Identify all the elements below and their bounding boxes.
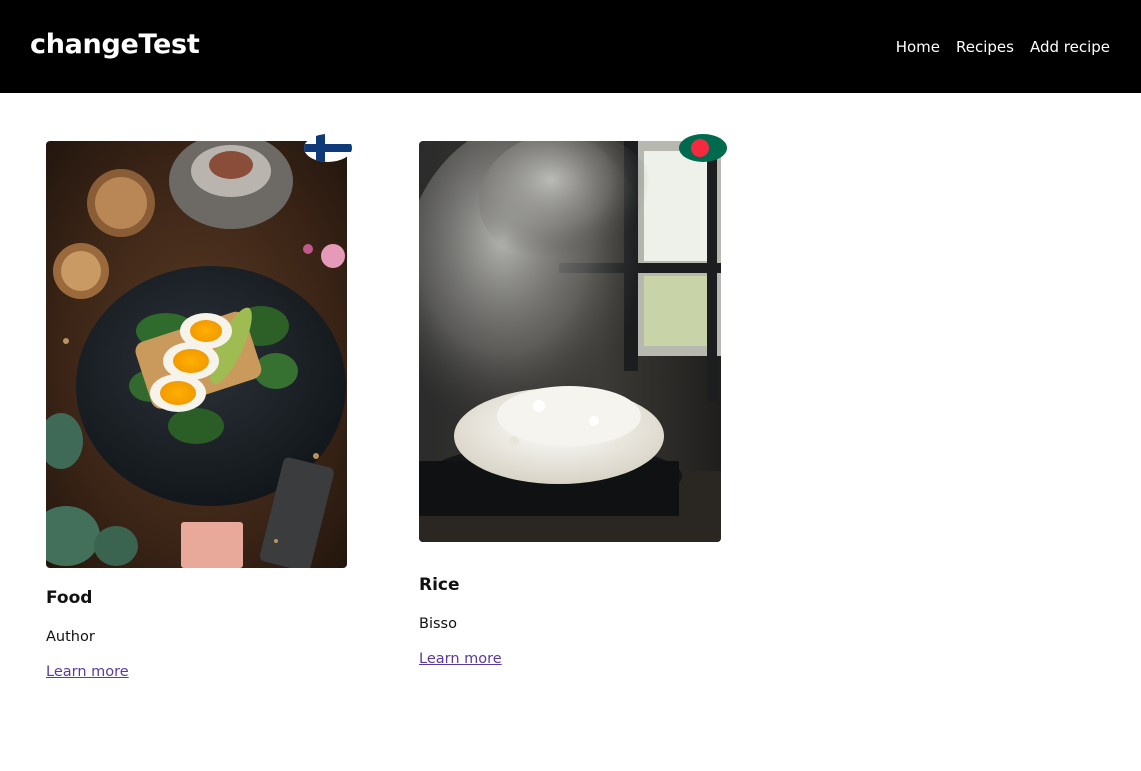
top-navbar: changeTest Home Recipes Add recipe [0, 0, 1141, 93]
learn-more-link[interactable]: Learn more [46, 664, 129, 680]
recipe-title: Rice [419, 575, 460, 595]
recipe-title: Food [46, 588, 93, 608]
nav-add-recipe-link[interactable]: Add recipe [1030, 38, 1110, 56]
recipe-author: Author [46, 629, 95, 645]
nav-recipes-link[interactable]: Recipes [956, 38, 1014, 56]
recipe-card: Food Author Learn more [46, 134, 352, 691]
site-brand[interactable]: changeTest [30, 29, 200, 60]
recipe-author: Bisso [419, 616, 457, 632]
nav-home-link[interactable]: Home [896, 38, 940, 56]
recipe-image [419, 141, 721, 542]
recipe-card: Rice Bisso Learn more [419, 134, 727, 681]
main-nav: Home Recipes Add recipe [896, 38, 1110, 56]
finland-flag-icon [304, 134, 352, 162]
bangladesh-flag-icon [679, 134, 727, 162]
recipe-image [46, 141, 347, 568]
learn-more-link[interactable]: Learn more [419, 651, 502, 667]
